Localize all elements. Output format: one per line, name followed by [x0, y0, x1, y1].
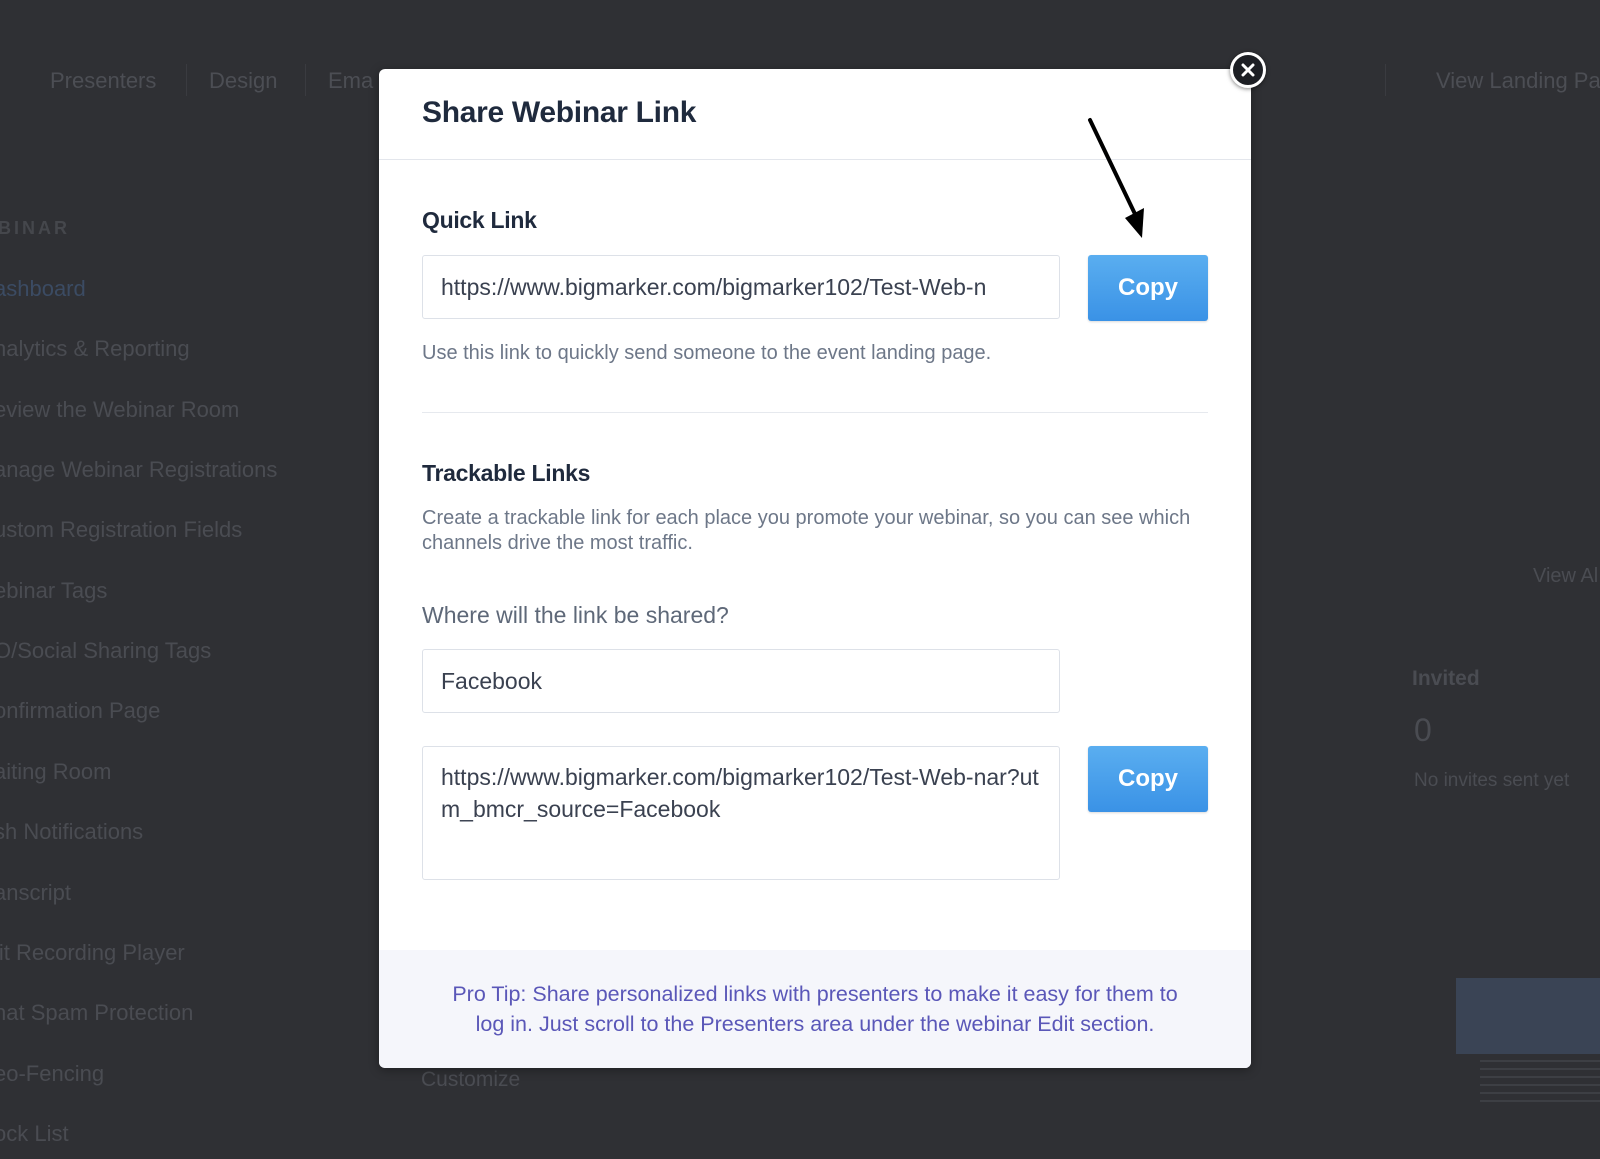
trackable-links-label: Trackable Links [422, 460, 591, 486]
quick-link-copy-button[interactable]: Copy [1088, 255, 1208, 321]
quick-link-label: Quick Link [422, 207, 537, 233]
bg-sidebar-item: ock List [0, 1121, 69, 1146]
bg-tab-divider [186, 64, 187, 96]
bg-invited-count: 0 [1414, 712, 1432, 748]
bg-view-all-link: View Al [1533, 565, 1599, 587]
pro-tip-banner: Pro Tip: Share personalized links with p… [379, 950, 1251, 1068]
share-location-question: Where will the link be shared? [422, 602, 729, 628]
close-icon[interactable] [1230, 52, 1266, 88]
modal-title: Share Webinar Link [422, 96, 697, 129]
bg-sidebar-section-title: BINAR [0, 218, 70, 238]
bg-tab-view-landing: View Landing Pa [1436, 68, 1600, 93]
bg-sidebar-item: sh Notifications [0, 819, 144, 844]
bg-tab-presenters: Presenters [50, 68, 157, 93]
pro-tip-text: Pro Tip: Share personalized links with p… [452, 982, 1178, 1036]
bg-tab-divider [305, 64, 306, 96]
bg-sidebar-item: eview the Webinar Room [0, 397, 240, 422]
close-x-glyph [1241, 63, 1255, 77]
bg-tab-design: Design [209, 68, 278, 93]
bg-sidebar-item: ebinar Tags [0, 578, 108, 603]
bg-invited-label: Invited [1412, 667, 1480, 690]
trackable-link-copy-button[interactable]: Copy [1088, 746, 1208, 812]
modal-header: Share Webinar Link [379, 69, 1251, 160]
bg-sidebar-item: anage Webinar Registrations [0, 457, 278, 482]
bg-sidebar-item: O/Social Sharing Tags [0, 638, 212, 663]
bg-customize-link: Customize [421, 1068, 521, 1091]
bg-thumbnail [1456, 978, 1600, 1054]
bg-tab-emails: Ema [328, 68, 374, 93]
bg-sidebar-item: hat Spam Protection [0, 1000, 194, 1025]
bg-thumbnail-text [1480, 1060, 1600, 1104]
bg-sidebar-item: lit Recording Player [0, 940, 185, 965]
bg-sidebar-item: onfirmation Page [0, 698, 161, 723]
section-divider [422, 412, 1208, 413]
bg-sidebar-item: eo-Fencing [0, 1061, 105, 1086]
bg-sidebar-item: ustom Registration Fields [0, 517, 243, 542]
share-channel-input[interactable] [422, 649, 1060, 713]
bg-invited-note: No invites sent yet [1414, 770, 1570, 791]
trackable-links-description: Create a trackable link for each place y… [422, 507, 1191, 554]
bg-sidebar-item: aiting Room [0, 759, 112, 784]
bg-sidebar-item: nalytics & Reporting [0, 336, 190, 361]
bg-sidebar-item: anscript [0, 880, 72, 905]
trackable-link-output[interactable]: https://www.bigmarker.com/bigmarker102/T… [422, 746, 1060, 880]
share-webinar-modal: Share Webinar Link Quick Link Copy Use t… [379, 69, 1251, 1068]
quick-link-input[interactable] [422, 255, 1060, 319]
bg-sidebar-item: ashboard [0, 276, 86, 301]
quick-link-helper-text: Use this link to quickly send someone to… [422, 342, 992, 364]
bg-tab-divider [1385, 64, 1386, 96]
